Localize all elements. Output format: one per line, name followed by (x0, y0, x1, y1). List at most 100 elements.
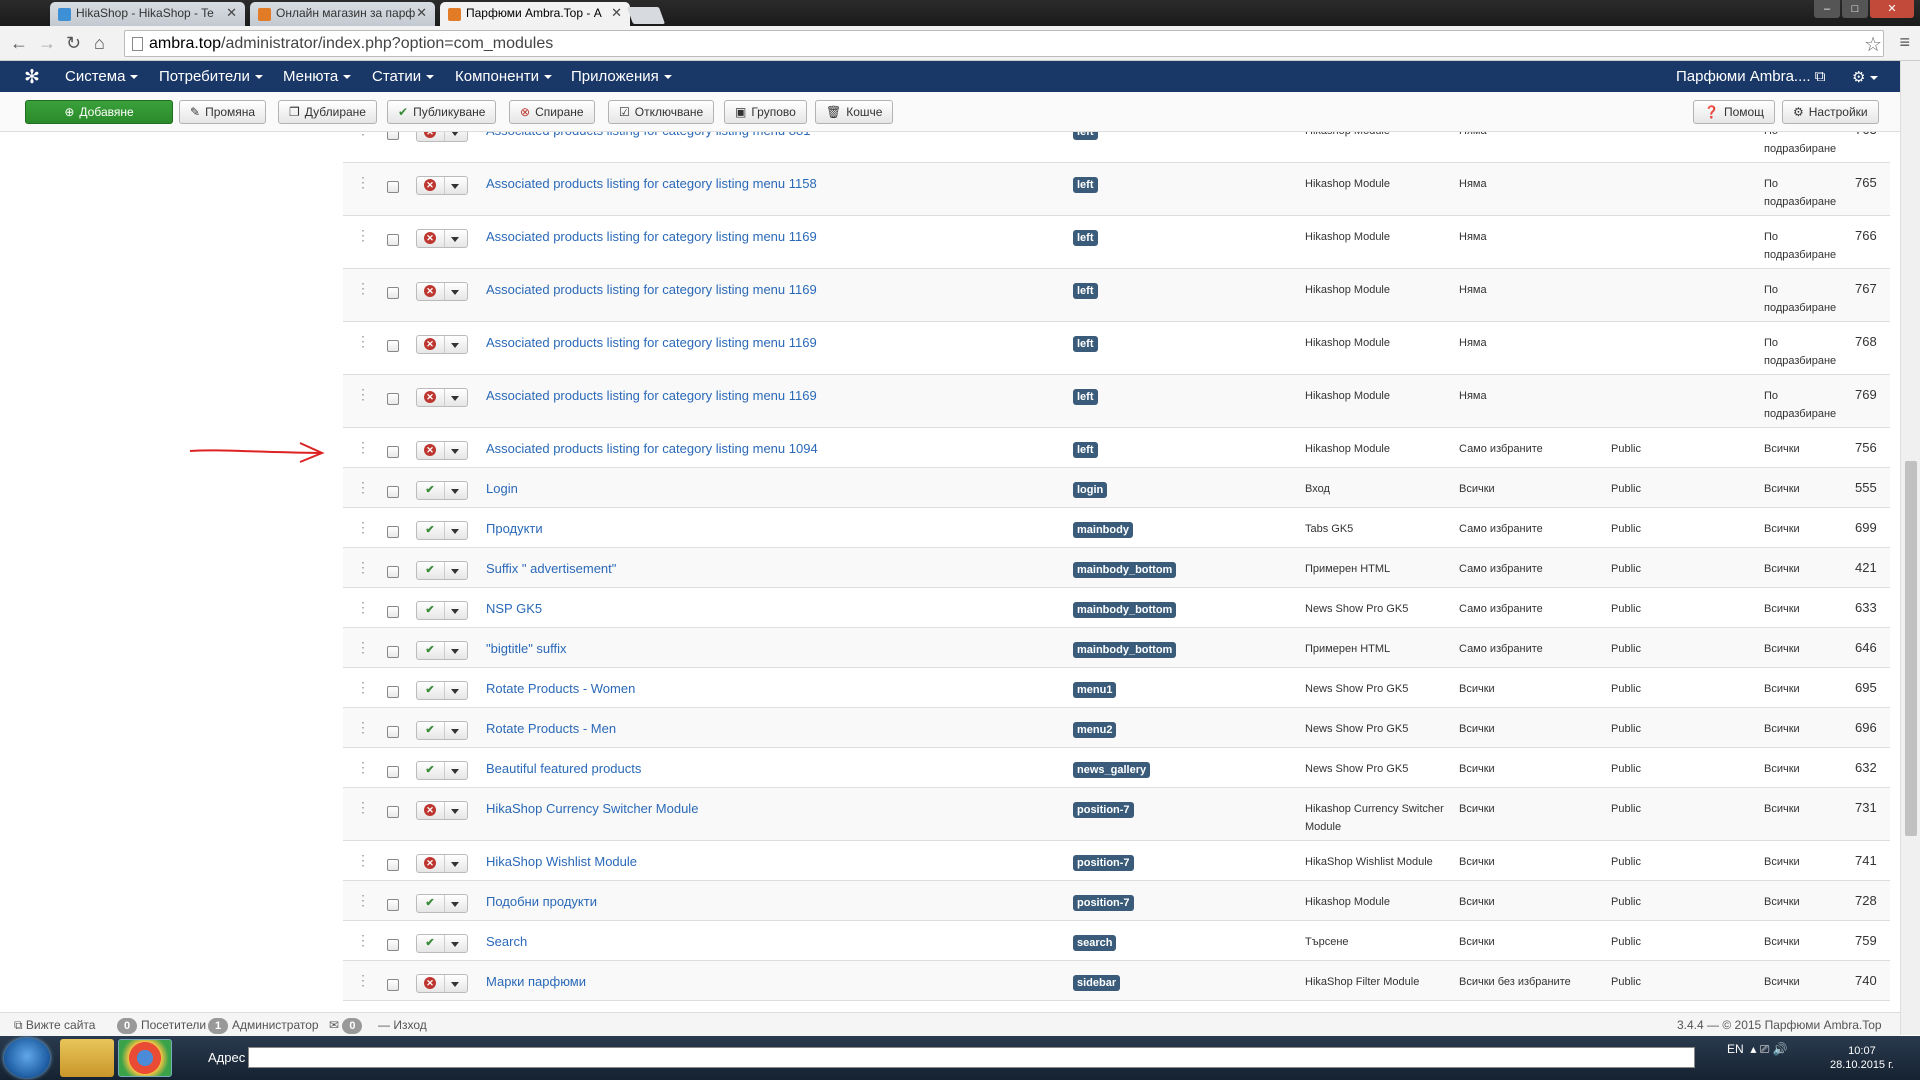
module-title-link[interactable]: HikaShop Currency Switcher Module (486, 801, 698, 816)
published-check-icon[interactable]: ✔ (420, 604, 440, 617)
status-toggle[interactable]: ✕ (416, 388, 468, 407)
caret-down-icon[interactable] (451, 809, 459, 814)
drag-handle-icon[interactable]: ⋮ (356, 520, 370, 534)
add-button[interactable]: ⊕ Добавяне (25, 100, 173, 124)
module-title-link[interactable]: Associated products listing for category… (486, 441, 818, 456)
caret-down-icon[interactable] (451, 649, 459, 654)
status-toggle[interactable]: ✕ (416, 229, 468, 248)
drag-handle-icon[interactable]: ⋮ (356, 760, 370, 774)
drag-handle-icon[interactable]: ⋮ (356, 893, 370, 907)
published-check-icon[interactable]: ✔ (420, 564, 440, 577)
start-button[interactable] (4, 1038, 50, 1078)
caret-down-icon[interactable] (451, 132, 459, 136)
status-toggle[interactable]: ✕ (416, 335, 468, 354)
browser-menu-icon[interactable]: ≡ (1899, 32, 1910, 53)
drag-handle-icon[interactable]: ⋮ (356, 281, 370, 295)
forward-icon[interactable]: → (38, 33, 56, 54)
status-toggle[interactable]: ✔ (416, 681, 468, 700)
caret-down-icon[interactable] (451, 529, 459, 534)
drag-handle-icon[interactable]: ⋮ (356, 480, 370, 494)
row-checkbox[interactable] (387, 526, 399, 538)
logout-link[interactable]: — Изход (378, 1018, 427, 1032)
row-checkbox[interactable] (387, 340, 399, 352)
row-checkbox[interactable] (387, 446, 399, 458)
batch-button[interactable]: ▣ Групово (724, 100, 807, 124)
module-title-link[interactable]: Associated products listing for category… (486, 335, 817, 350)
drag-handle-icon[interactable]: ⋮ (356, 334, 370, 348)
joomla-logo-icon[interactable]: ✻ (24, 66, 40, 89)
drag-handle-icon[interactable]: ⋮ (356, 440, 370, 454)
caret-down-icon[interactable] (451, 902, 459, 907)
back-icon[interactable]: ← (10, 33, 28, 54)
menu-users[interactable]: Потребители (159, 68, 263, 85)
caret-down-icon[interactable] (451, 489, 459, 494)
home-icon[interactable]: ⌂ (94, 33, 105, 54)
unpublished-x-icon[interactable]: ✕ (420, 285, 440, 298)
status-toggle[interactable]: ✔ (416, 894, 468, 913)
module-title-link[interactable]: Suffix " advertisement" (486, 561, 616, 576)
language-indicator[interactable]: EN (1727, 1042, 1744, 1056)
unpublished-x-icon[interactable]: ✕ (420, 338, 440, 351)
status-toggle[interactable]: ✔ (416, 934, 468, 953)
published-check-icon[interactable]: ✔ (420, 524, 440, 537)
caret-down-icon[interactable] (451, 609, 459, 614)
published-check-icon[interactable]: ✔ (420, 897, 440, 910)
menu-content[interactable]: Статии (372, 68, 435, 85)
status-toggle[interactable]: ✔ (416, 521, 468, 540)
caret-down-icon[interactable] (451, 290, 459, 295)
menu-components[interactable]: Компоненти (455, 68, 553, 85)
drag-handle-icon[interactable]: ⋮ (356, 853, 370, 867)
unpublished-x-icon[interactable]: ✕ (420, 391, 440, 404)
minimize-icon[interactable]: – (1814, 0, 1840, 18)
status-toggle[interactable]: ✕ (416, 801, 468, 820)
published-check-icon[interactable]: ✔ (420, 724, 440, 737)
module-title-link[interactable]: Rotate Products - Women (486, 681, 635, 696)
module-title-link[interactable]: Марки парфюми (486, 974, 586, 989)
caret-down-icon[interactable] (451, 862, 459, 867)
close-tab-icon[interactable]: ✕ (416, 5, 427, 21)
user-settings-menu[interactable]: ⚙ (1852, 68, 1879, 86)
module-title-link[interactable]: Rotate Products - Men (486, 721, 616, 736)
row-checkbox[interactable] (387, 287, 399, 299)
caret-down-icon[interactable] (451, 184, 459, 189)
module-title-link[interactable]: Associated products listing for category… (486, 132, 810, 138)
close-tab-icon[interactable]: ✕ (226, 5, 237, 21)
url-input[interactable]: ambra.top/administrator/index.php?option… (124, 30, 1884, 57)
published-check-icon[interactable]: ✔ (420, 644, 440, 657)
module-title-link[interactable]: Associated products listing for category… (486, 176, 817, 191)
clock[interactable]: 10:07 28.10.2015 г. (1830, 1044, 1894, 1072)
drag-handle-icon[interactable]: ⋮ (356, 973, 370, 987)
module-title-link[interactable]: Beautiful featured products (486, 761, 641, 776)
drag-handle-icon[interactable]: ⋮ (356, 560, 370, 574)
row-checkbox[interactable] (387, 726, 399, 738)
site-link[interactable]: Парфюми Ambra.... ⧉ (1676, 68, 1826, 85)
module-title-link[interactable]: HikaShop Wishlist Module (486, 854, 637, 869)
caret-down-icon[interactable] (451, 729, 459, 734)
menu-system[interactable]: Система (65, 68, 139, 85)
options-button[interactable]: ⚙ Настройки (1782, 100, 1879, 124)
status-toggle[interactable]: ✕ (416, 854, 468, 873)
menu-menus[interactable]: Менюта (283, 68, 352, 85)
close-window-icon[interactable]: ✕ (1870, 0, 1914, 18)
drag-handle-icon[interactable]: ⋮ (356, 600, 370, 614)
messages-status[interactable]: ✉ 0 (329, 1018, 366, 1034)
scrollbar-thumb[interactable] (1905, 461, 1917, 836)
bookmark-star-icon[interactable]: ☆ (1864, 32, 1882, 57)
drag-handle-icon[interactable]: ⋮ (356, 175, 370, 189)
drag-handle-icon[interactable]: ⋮ (356, 640, 370, 654)
row-checkbox[interactable] (387, 566, 399, 578)
publish-button[interactable]: ✔ Публикуване (387, 100, 497, 124)
edit-button[interactable]: ✎ Промяна (179, 100, 267, 124)
drag-handle-icon[interactable]: ⋮ (356, 228, 370, 242)
module-title-link[interactable]: Associated products listing for category… (486, 282, 817, 297)
caret-down-icon[interactable] (451, 769, 459, 774)
unpublished-x-icon[interactable]: ✕ (420, 232, 440, 245)
drag-handle-icon[interactable]: ⋮ (356, 933, 370, 947)
status-toggle[interactable]: ✕ (416, 176, 468, 195)
drag-handle-icon[interactable]: ⋮ (356, 800, 370, 814)
browser-tab[interactable]: HikaShop - HikaShop - Te ✕ (50, 2, 245, 26)
checkin-button[interactable]: ☑ Отключване (608, 100, 715, 124)
unpublished-x-icon[interactable]: ✕ (420, 444, 440, 457)
caret-down-icon[interactable] (451, 396, 459, 401)
network-icon[interactable]: ⎚ (1760, 1042, 1770, 1056)
